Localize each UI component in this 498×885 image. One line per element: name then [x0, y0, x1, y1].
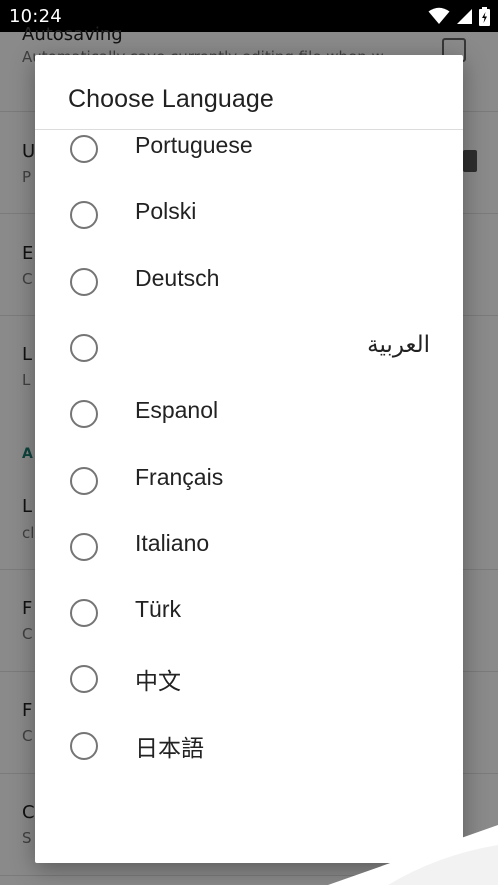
language-option-portuguese[interactable]: Portuguese: [35, 116, 463, 182]
language-option-label: العربية: [367, 331, 430, 357]
status-icons: [428, 6, 490, 26]
language-option-japanese[interactable]: 日本語: [35, 713, 463, 779]
radio-button[interactable]: [70, 135, 98, 163]
wifi-icon: [428, 7, 450, 24]
radio-button[interactable]: [70, 732, 98, 760]
language-option-polski[interactable]: Polski: [35, 182, 463, 248]
language-option-chinese[interactable]: 中文: [35, 646, 463, 712]
radio-button[interactable]: [70, 665, 98, 693]
radio-button[interactable]: [70, 599, 98, 627]
language-option-label: Italiano: [135, 530, 210, 556]
language-option-label: Türk: [135, 596, 181, 622]
language-option-label: 中文: [135, 668, 181, 694]
radio-button[interactable]: [70, 201, 98, 229]
language-option-arabic[interactable]: العربية: [35, 315, 463, 381]
language-option-label: 日本語: [135, 735, 204, 761]
radio-button[interactable]: [70, 467, 98, 495]
radio-button[interactable]: [70, 268, 98, 296]
cell-signal-icon: [457, 8, 472, 24]
language-option-label: Français: [135, 464, 224, 490]
language-option-label: Deutsch: [135, 265, 220, 291]
language-option-turk[interactable]: Türk: [35, 580, 463, 646]
language-option-espanol[interactable]: Espanol: [35, 381, 463, 447]
battery-icon: [479, 6, 490, 26]
language-option-deutsch[interactable]: Deutsch: [35, 249, 463, 315]
radio-button[interactable]: [70, 400, 98, 428]
language-option-italiano[interactable]: Italiano: [35, 514, 463, 580]
language-option-francais[interactable]: Français: [35, 448, 463, 514]
corner-watermark-icon: [328, 825, 498, 885]
radio-button[interactable]: [70, 334, 98, 362]
language-option-label: Portuguese: [135, 132, 253, 158]
language-option-label: Polski: [135, 198, 197, 224]
choose-language-dialog: Choose Language Portuguese Polski Deutsc…: [35, 55, 463, 863]
dialog-title: Choose Language: [68, 85, 274, 113]
language-option-label: Espanol: [135, 397, 219, 423]
radio-button[interactable]: [70, 533, 98, 561]
